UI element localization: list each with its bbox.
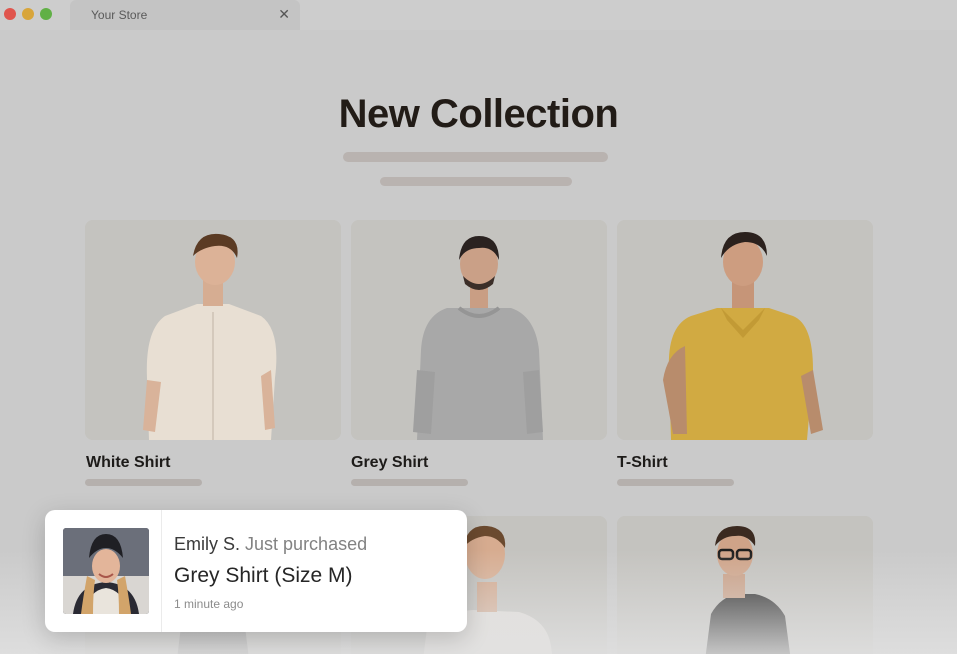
purchase-notification[interactable]: Emily S. Just purchased Grey Shirt (Size… (45, 510, 467, 632)
divider (161, 510, 162, 632)
close-icon[interactable]: ✕ (278, 6, 290, 22)
window-minimize-button[interactable] (22, 8, 34, 20)
product-image (617, 220, 873, 440)
product-image (617, 516, 873, 654)
notification-headline: Emily S. Just purchased (174, 534, 367, 555)
window-close-button[interactable] (4, 8, 16, 20)
product-card-grey-shirt[interactable] (351, 220, 607, 440)
purchase-action-text: Just purchased (245, 534, 368, 554)
product-card[interactable] (617, 516, 873, 654)
purchase-time: 1 minute ago (174, 597, 244, 611)
product-title[interactable]: White Shirt (86, 454, 170, 472)
price-placeholder-bar (617, 479, 734, 486)
window-maximize-button[interactable] (40, 8, 52, 20)
page-title: New Collection (338, 92, 619, 136)
product-card-white-shirt[interactable] (85, 220, 341, 440)
subtitle-placeholder-bar (380, 177, 572, 186)
product-title[interactable]: T-Shirt (617, 454, 668, 472)
price-placeholder-bar (351, 479, 468, 486)
browser-titlebar: Your Store ✕ (0, 0, 957, 30)
product-image (351, 220, 607, 440)
purchased-product[interactable]: Grey Shirt (Size M) (174, 564, 353, 588)
product-card-t-shirt[interactable] (617, 220, 873, 440)
tab-title: Your Store (91, 8, 148, 22)
browser-tab[interactable]: Your Store ✕ (70, 0, 300, 30)
product-title[interactable]: Grey Shirt (351, 454, 428, 472)
customer-avatar (63, 528, 149, 614)
price-placeholder-bar (85, 479, 202, 486)
customer-name: Emily S. (174, 534, 241, 554)
product-image (85, 220, 341, 440)
subtitle-placeholder-bar (343, 152, 608, 162)
